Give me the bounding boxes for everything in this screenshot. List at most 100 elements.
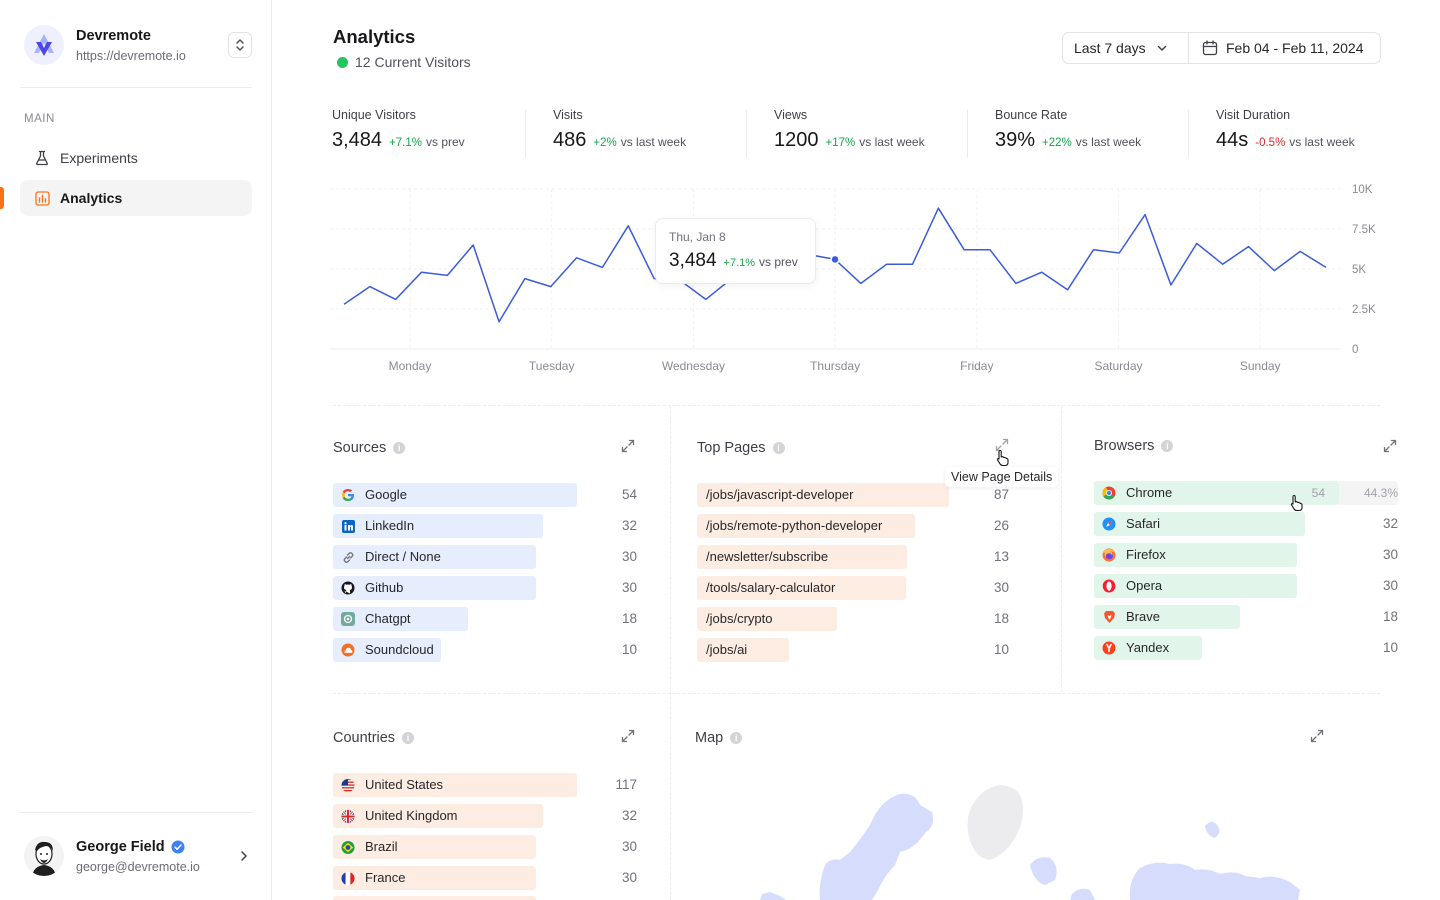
browser-row-brave[interactable]: Brave 18 (1094, 605, 1398, 629)
country-row-brazil[interactable]: Brazil 30 (333, 835, 637, 859)
source-row-github[interactable]: Github 30 (333, 576, 637, 600)
info-icon[interactable]: i (393, 442, 406, 454)
browser-row-firefox[interactable]: Firefox 30 (1094, 543, 1398, 567)
sidebar-item-experiments[interactable]: Experiments (20, 140, 252, 176)
country-value: 30 (621, 839, 637, 854)
stat-value: 44s (1216, 129, 1249, 151)
tooltip-date: Thu, Jan 8 (669, 230, 726, 244)
avatar (24, 836, 64, 876)
page-row[interactable]: /jobs/remote-python-developer 26 (697, 514, 1009, 538)
y-tick-label: 0 (1352, 344, 1358, 356)
firefox-icon (1102, 548, 1116, 562)
brazil-flag-icon (341, 840, 355, 854)
browser-label: Safari (1126, 516, 1160, 531)
org-switch-button[interactable] (228, 32, 252, 58)
current-visitors: 12 Current Visitors (337, 54, 471, 70)
browser-row-safari[interactable]: Safari 32 (1094, 512, 1398, 536)
map-title: Map (695, 730, 724, 746)
page-value: 26 (993, 518, 1009, 533)
range-select[interactable]: Last 7 days (1063, 33, 1189, 63)
source-row-google[interactable]: Google 54 (333, 483, 637, 507)
highlight-point (830, 254, 840, 265)
browser-value: 30 (1382, 578, 1398, 593)
sidebar-section-label: MAIN (24, 113, 55, 125)
stat-label: Visits (553, 108, 583, 122)
chevron-down-icon (1157, 45, 1166, 51)
org-switcher[interactable]: Devremote https://devremote.io (24, 24, 252, 66)
y-tick-label: 10K (1352, 184, 1373, 196)
y-tick-label: 5K (1352, 264, 1366, 276)
page-row[interactable]: /newsletter/subscribe 13 (697, 545, 1009, 569)
user-menu[interactable]: George Field george@devremote.io (24, 834, 252, 878)
stat-unique-visitors[interactable]: Unique Visitors 3,484 +7.1% vs prev (332, 108, 465, 158)
country-label: Brazil (365, 839, 398, 854)
page-row[interactable]: /tools/salary-calculator 30 (697, 576, 1009, 600)
pointer-cursor-icon (996, 449, 1009, 467)
country-value: 32 (621, 808, 637, 823)
browser-value: 30 (1382, 547, 1398, 562)
column-divider (670, 406, 671, 900)
devremote-logo (24, 25, 64, 65)
page-label: /jobs/remote-python-developer (706, 518, 883, 533)
france-flag-icon (341, 871, 355, 885)
source-value: 54 (621, 487, 637, 502)
info-icon[interactable]: i (772, 442, 785, 454)
country-row-partial[interactable] (333, 896, 637, 900)
country-row-united-states[interactable]: United States 117 (333, 773, 637, 797)
browser-row-yandex[interactable]: Yandex 10 (1094, 636, 1398, 660)
org-name: Devremote (76, 28, 151, 44)
map-panel-title: Map i (695, 730, 743, 746)
verified-badge-icon (171, 840, 185, 853)
stat-delta: +2% (593, 137, 617, 149)
date-range-picker: Last 7 days Feb 04 - Feb 11, 2024 (1062, 32, 1381, 64)
stat-bounce-rate[interactable]: Bounce Rate 39% +22% vs last week (995, 108, 1141, 158)
stat-visit-duration[interactable]: Visit Duration 44s -0.5% vs last week (1216, 108, 1355, 158)
soundcloud-icon (341, 643, 355, 657)
stats-row: Unique Visitors 3,484 +7.1% vs prev Visi… (332, 108, 1382, 158)
stat-compare: vs last week (620, 135, 687, 149)
source-row-soundcloud[interactable]: Soundcloud 10 (333, 638, 637, 662)
bar-chart-icon (34, 190, 50, 206)
country-label: United Kingdom (365, 808, 458, 823)
source-row-direct[interactable]: Direct / None 30 (333, 545, 637, 569)
stat-views[interactable]: Views 1200 +17% vs last week (774, 108, 925, 158)
info-icon[interactable]: i (730, 732, 743, 744)
stat-compare: vs last week (1075, 135, 1142, 149)
section-divider (333, 405, 1380, 406)
expand-icon[interactable] (620, 728, 636, 744)
chevron-right-icon[interactable] (236, 848, 252, 864)
brave-icon (1102, 610, 1116, 624)
user-name: George Field (76, 838, 165, 855)
stat-visits[interactable]: Visits 486 +2% vs last week (553, 108, 686, 158)
expand-icon[interactable] (1382, 438, 1398, 454)
world-map[interactable] (700, 770, 1380, 900)
page-value: 13 (993, 549, 1009, 564)
expand-icon[interactable] (620, 438, 636, 454)
country-row-united-kingdom[interactable]: United Kingdom 32 (333, 804, 637, 828)
browser-row-opera[interactable]: Opera 30 (1094, 574, 1398, 598)
stat-label: Bounce Rate (995, 108, 1068, 122)
x-tick-label: Monday (389, 359, 432, 373)
source-row-linkedin[interactable]: LinkedIn 32 (333, 514, 637, 538)
visitors-line-chart[interactable]: 10K 7.5K 5K 2.5K 0 Monday Tuesday Wednesday Thur… (330, 175, 1390, 385)
country-row-france[interactable]: France 30 (333, 866, 637, 890)
top-pages-panel-title: Top Pages i (697, 440, 785, 456)
y-tick-label: 7.5K (1352, 224, 1376, 236)
browser-row-chrome[interactable]: Chrome 54 44.3% (1094, 481, 1398, 505)
stat-divider (525, 110, 526, 158)
uk-flag-icon (341, 809, 355, 823)
source-value: 18 (621, 611, 637, 626)
source-row-chatgpt[interactable]: Chatgpt 18 (333, 607, 637, 631)
info-icon[interactable]: i (1161, 440, 1174, 452)
sidebar-item-analytics[interactable]: Analytics (20, 180, 252, 216)
browsers-title: Browsers (1094, 438, 1155, 454)
page-row[interactable]: /jobs/ai 10 (697, 638, 1009, 662)
stat-delta: -0.5% (1255, 137, 1286, 149)
expand-icon[interactable] (1309, 728, 1325, 744)
info-icon[interactable]: i (402, 732, 415, 744)
page-row[interactable]: /jobs/crypto 18 (697, 607, 1009, 631)
page-value: 18 (993, 611, 1009, 626)
date-range-button[interactable]: Feb 04 - Feb 11, 2024 (1189, 33, 1380, 63)
browser-label: Opera (1126, 578, 1163, 593)
chevron-up-down-icon (236, 39, 244, 51)
